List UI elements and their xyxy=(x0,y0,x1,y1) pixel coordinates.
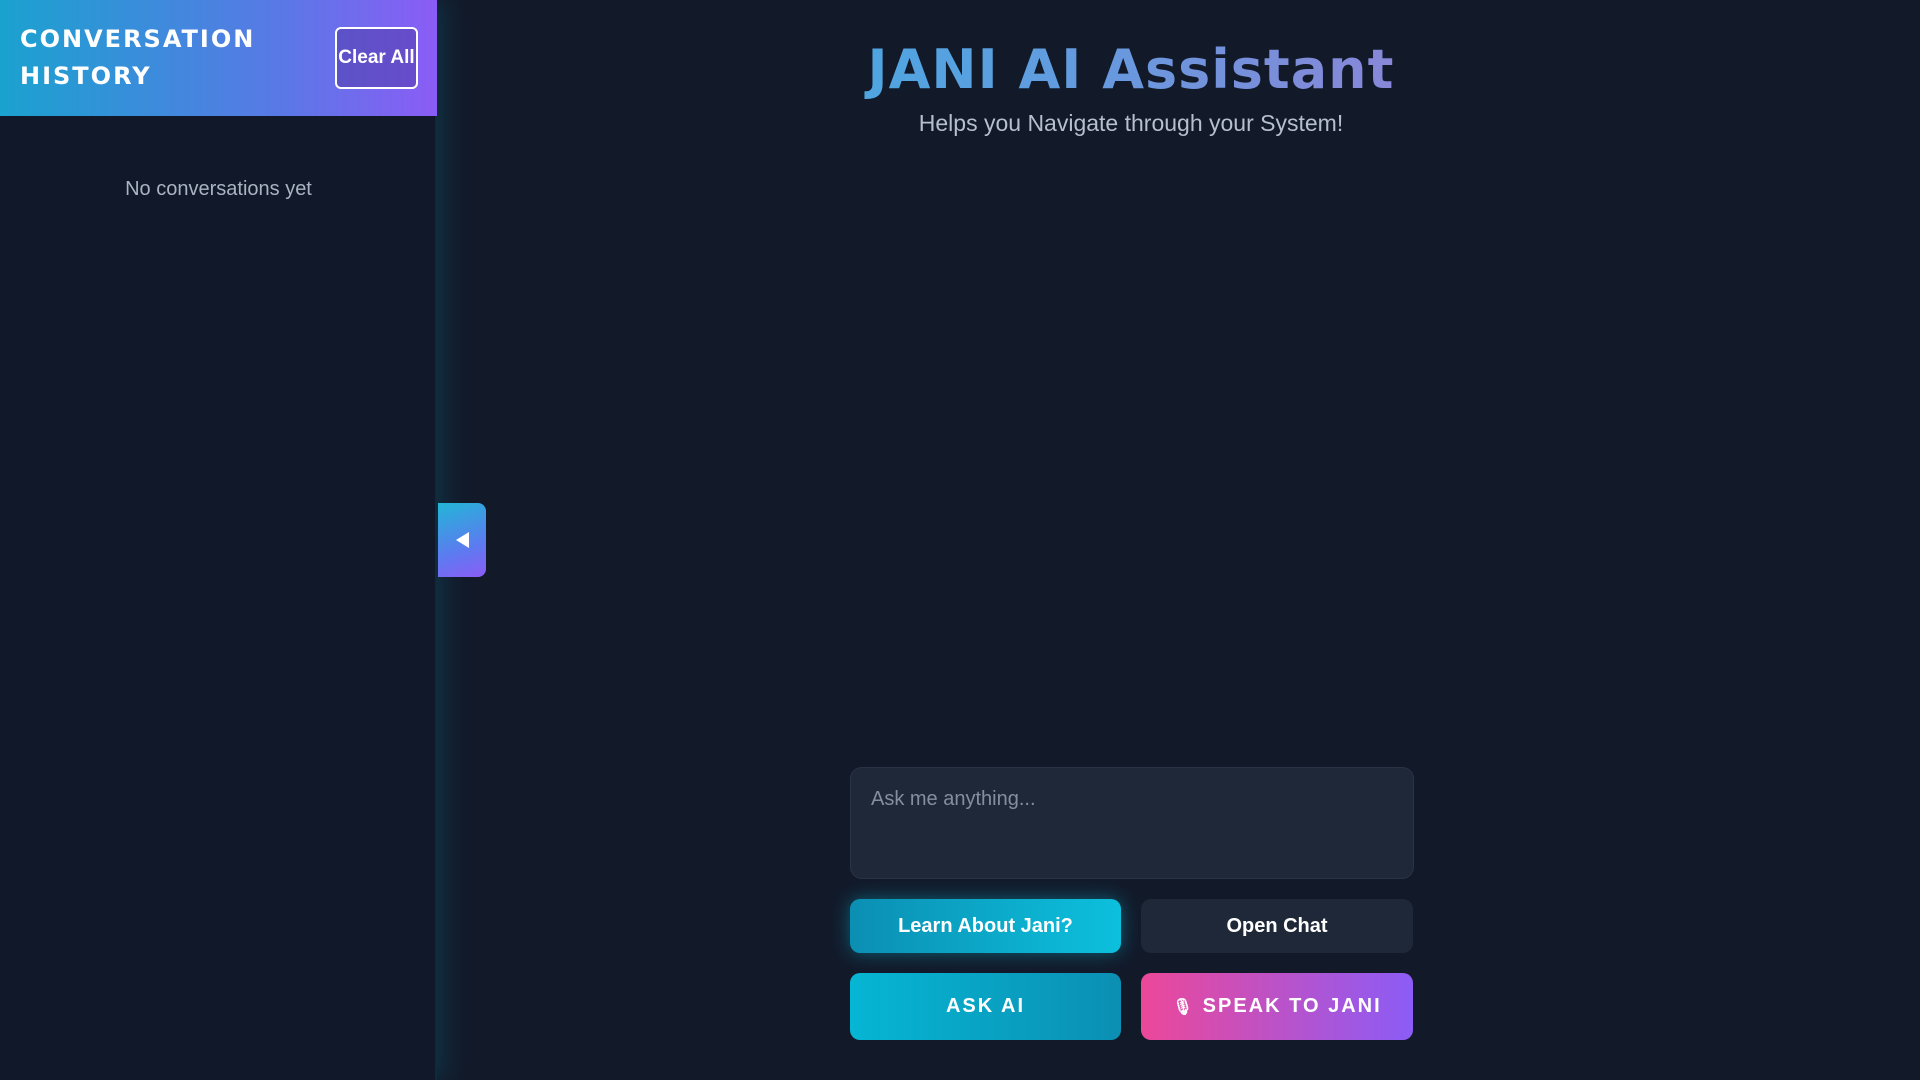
sidebar-title: CONVERSATION HISTORY xyxy=(20,25,256,90)
speak-to-jani-label: SPEAK TO JANI xyxy=(1202,995,1382,1017)
ask-ai-button[interactable]: ASK AI xyxy=(850,973,1121,1040)
app: CONVERSATION HISTORY Clear All No conver… xyxy=(0,0,1920,1080)
empty-history-message: No conversations yet xyxy=(125,178,312,200)
learn-about-jani-button[interactable]: Learn About Jani? xyxy=(850,899,1121,953)
question-input[interactable] xyxy=(850,767,1414,879)
speak-to-jani-button[interactable]: 🎙 SPEAK TO JANI xyxy=(1141,973,1413,1040)
history-sidebar: CONVERSATION HISTORY Clear All No conver… xyxy=(0,0,437,1080)
clear-all-button[interactable]: Clear All xyxy=(335,27,418,89)
page-title: JANI AI Assistant xyxy=(437,38,1825,101)
open-chat-button[interactable]: Open Chat xyxy=(1141,899,1413,953)
page-subtitle: Helps you Navigate through your System! xyxy=(918,110,1344,136)
microphone-icon: 🎙 xyxy=(1172,998,1195,1016)
sidebar-toggle-button[interactable] xyxy=(438,503,486,577)
chevron-left-icon xyxy=(455,532,469,548)
sidebar-header: CONVERSATION HISTORY Clear All xyxy=(0,0,437,116)
